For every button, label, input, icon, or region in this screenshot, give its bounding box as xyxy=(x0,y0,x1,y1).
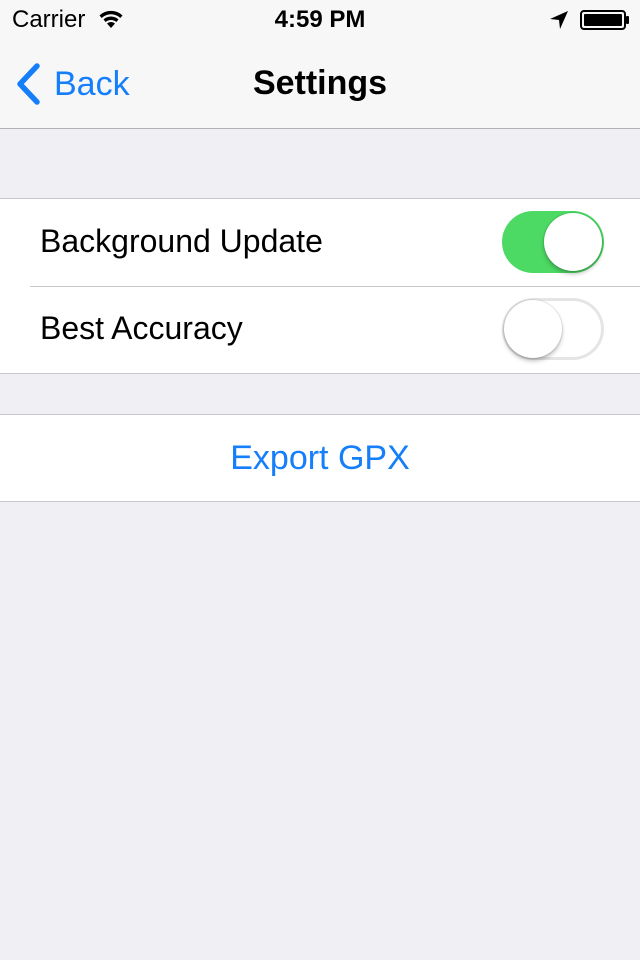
best-accuracy-switch[interactable] xyxy=(502,298,604,360)
background-update-switch[interactable] xyxy=(502,211,604,273)
navigation-bar: Back Settings xyxy=(0,40,640,128)
setting-label: Best Accuracy xyxy=(40,310,243,346)
export-gpx-button[interactable]: Export GPX xyxy=(0,415,640,501)
setting-row-best-accuracy: Best Accuracy xyxy=(0,286,640,373)
settings-screen: Carrier 4:59 PM Back Settings Background… xyxy=(0,0,640,960)
clock: 4:59 PM xyxy=(274,6,366,33)
battery-icon xyxy=(580,10,629,30)
page-title: Settings xyxy=(252,64,388,102)
switch-knob xyxy=(504,300,562,358)
setting-row-background-update: Background Update xyxy=(0,199,640,287)
location-arrow-icon xyxy=(550,11,568,29)
status-bar: Carrier 4:59 PM xyxy=(0,0,640,40)
switch-knob xyxy=(544,213,602,271)
actions-group: Export GPX xyxy=(0,414,640,502)
top-bar: Carrier 4:59 PM Back Settings xyxy=(0,0,640,129)
settings-group: Background Update Best Accuracy xyxy=(0,198,640,374)
setting-label: Background Update xyxy=(40,223,323,259)
